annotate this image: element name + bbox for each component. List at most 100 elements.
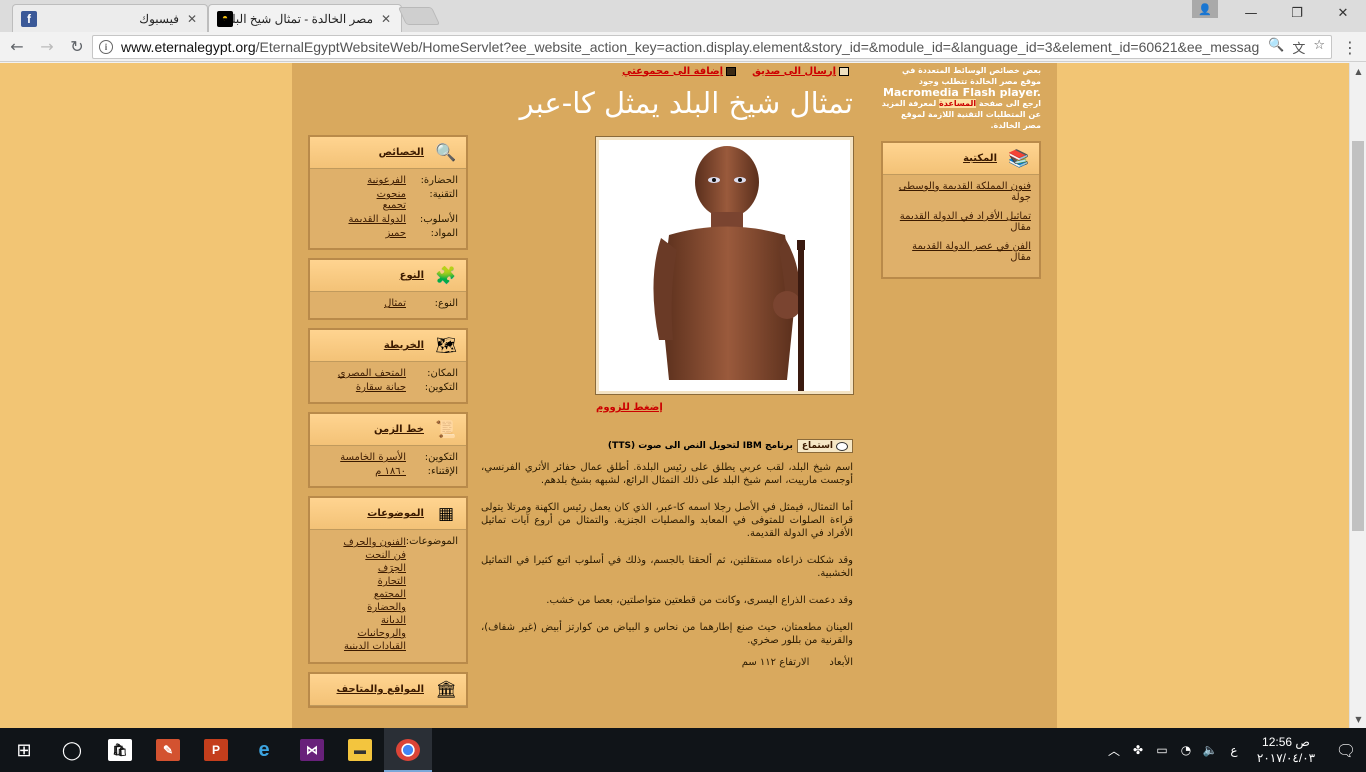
- wifi-icon[interactable]: ◔: [1174, 743, 1198, 757]
- tab-facebook[interactable]: ✕ فيسبوك f: [12, 4, 208, 32]
- dimensions: الأبعاد الارتفاع ١١٢ سم: [481, 657, 853, 668]
- list-item: فنون المملكة القديمة والوسطى جولة: [898, 181, 1031, 203]
- description: اسم شيخ البلد، لقب عربي يطلق على رئيس ال…: [481, 461, 853, 647]
- collection-icon: [726, 66, 737, 76]
- envelope-icon: [839, 66, 849, 76]
- file-explorer-icon[interactable]: ▬: [336, 728, 384, 772]
- statue-image[interactable]: [595, 136, 854, 395]
- notifications-icon[interactable]: 🗨: [1326, 741, 1366, 760]
- right-column: بعض خصائص الوسائط المتعددة في موقع مصر ا…: [881, 63, 1041, 279]
- star-icon[interactable]: ☆: [1313, 38, 1325, 57]
- map-icon: 🗺: [435, 335, 457, 356]
- action-links: إضافة الى مجموعتي إرسال الى صديق: [481, 63, 853, 79]
- internet-explorer-icon[interactable]: e: [240, 728, 288, 772]
- window-controls: 👤 — ❐ ✕: [1182, 0, 1366, 26]
- menu-icon[interactable]: ⋮: [1342, 38, 1358, 57]
- browser-toolbar: ← → ↻ i www.eternalegypt.org/EternalEgyp…: [0, 32, 1366, 62]
- chrome-icon[interactable]: [384, 728, 432, 772]
- help-link[interactable]: المساعدة: [939, 99, 977, 108]
- topics-title[interactable]: الموضوعات: [367, 508, 424, 519]
- timeline-box: 📜 خط الزمن التكوين: الأسرة الخامسة الإقتن…: [308, 412, 468, 488]
- page-viewport: بعض خصائص الوسائط المتعددة في موقع مصر ا…: [0, 63, 1366, 728]
- user-icon[interactable]: 👤: [1192, 0, 1218, 18]
- close-icon[interactable]: ✕: [379, 12, 393, 26]
- timeline-title[interactable]: خط الزمن: [374, 424, 424, 435]
- facebook-icon: f: [21, 10, 37, 27]
- store-icon[interactable]: 🛍: [96, 728, 144, 772]
- restore-button[interactable]: ❐: [1274, 0, 1320, 26]
- map-box: 🗺 الخريطة المكان: المتحف المصري التكوين: ج…: [308, 328, 468, 404]
- eternal-egypt-icon: ◓: [217, 10, 233, 27]
- books-icon: 📚: [1008, 148, 1030, 169]
- sites-title[interactable]: المواقع والمتاحف: [337, 684, 425, 695]
- scroll-thumb[interactable]: [1352, 141, 1364, 531]
- network-status-icon[interactable]: ✤: [1126, 743, 1150, 757]
- reload-icon[interactable]: ↻: [62, 37, 92, 56]
- type-box: 🧩 النوع النوع: تمثال: [308, 258, 468, 320]
- speech-bubble-icon: [836, 441, 848, 451]
- topics-box: ▦ الموضوعات الموضوعات: الفنون والحرف فن …: [308, 496, 468, 664]
- start-button[interactable]: ⊞: [0, 728, 48, 772]
- properties-box: 🔍 الخصائص الحضارة: الفرعونية التقنية: منحو…: [308, 135, 468, 250]
- map-title[interactable]: الخريطة: [384, 340, 424, 351]
- app-icon[interactable]: ✎: [144, 728, 192, 772]
- shapes-icon: 🧩: [435, 265, 457, 286]
- zoom-icon[interactable]: 🔍: [1268, 38, 1284, 57]
- description-paragraph: أما التمثال، فيمثل في الأصل رجلا اسمه كا…: [481, 502, 853, 539]
- new-tab-button[interactable]: [397, 7, 441, 25]
- description-paragraph: وقد شكلت ذراعاه مستقلتين، ثم ألحقتا بالج…: [481, 555, 853, 579]
- info-icon[interactable]: i: [99, 40, 113, 54]
- search-icon[interactable]: ◯: [48, 728, 96, 772]
- tts-label: برنامج IBM لتحويل النص الى صوت (TTS): [607, 441, 793, 451]
- taskbar: ⊞ ◯ 🛍 ✎ P e ⋈ ▬ ︿ ✤ ▭ ◔ 🔈 ع 12:56 ص ٢٠١٧…: [0, 728, 1366, 772]
- close-icon[interactable]: ✕: [185, 12, 199, 26]
- powerpoint-icon[interactable]: P: [192, 728, 240, 772]
- battery-icon[interactable]: ▭: [1150, 743, 1174, 757]
- page-title: تمثال شيخ البلد يمثل كا-عبر: [519, 86, 853, 120]
- scrollbar[interactable]: ▲ ▼: [1349, 63, 1366, 728]
- page-content: بعض خصائص الوسائط المتعددة في موقع مصر ا…: [292, 63, 1057, 728]
- scroll-down-icon[interactable]: ▼: [1350, 711, 1366, 728]
- system-tray: ︿ ✤ ▭ ◔ 🔈 ع 12:56 ص ٢٠١٧/٠٤/٠٣ 🗨: [1102, 728, 1366, 772]
- back-icon[interactable]: ←: [2, 37, 32, 56]
- close-window-button[interactable]: ✕: [1320, 0, 1366, 26]
- tts-row: استماع برنامج IBM لتحويل النص الى صوت (T…: [481, 439, 853, 453]
- address-bar[interactable]: i www.eternalegypt.org/EternalEgyptWebsi…: [92, 35, 1332, 59]
- properties-title[interactable]: الخصائص: [379, 147, 424, 158]
- library-title[interactable]: المكتبة: [963, 153, 997, 164]
- tab-eternal-egypt[interactable]: ✕ مصر الخالدة - تمثال شيخ البلد يمثل كا-…: [208, 4, 402, 32]
- zoom-link[interactable]: إضغط للزووم: [596, 402, 853, 413]
- scroll-up-icon[interactable]: ▲: [1350, 63, 1366, 80]
- list-item: الفن في عصر الدولة القديمة مقال: [912, 241, 1031, 263]
- description-paragraph: العينان مطعمتان، حيث صنع إطارهما من نحاس…: [481, 622, 853, 646]
- sites-box: 🏛 المواقع والمتاحف: [308, 672, 468, 708]
- add-collection-link[interactable]: إضافة الى مجموعتي: [622, 66, 737, 77]
- background-left: [0, 63, 292, 728]
- clock[interactable]: 12:56 ص ٢٠١٧/٠٤/٠٣: [1246, 734, 1326, 766]
- museum-icon: 🏛: [435, 679, 457, 700]
- send-friend-link[interactable]: إرسال الى صديق: [752, 66, 849, 77]
- background-right: [1057, 63, 1349, 728]
- minimize-button[interactable]: —: [1228, 0, 1274, 26]
- forward-icon[interactable]: →: [32, 37, 62, 56]
- language-indicator[interactable]: ع: [1222, 743, 1246, 757]
- tab-title: مصر الخالدة - تمثال شيخ البلد يمثل كا-عب…: [233, 11, 373, 26]
- translate-icon[interactable]: 文: [1292, 38, 1305, 57]
- description-paragraph: وقد دعمت الذراع اليسرى، وكانت من قطعتين …: [546, 595, 853, 606]
- description-paragraph: اسم شيخ البلد، لقب عربي يطلق على رئيس ال…: [481, 462, 853, 486]
- dimensions-label: الأبعاد: [829, 657, 853, 668]
- volume-icon[interactable]: 🔈: [1198, 743, 1222, 757]
- chevron-up-icon[interactable]: ︿: [1102, 742, 1126, 759]
- visual-studio-icon[interactable]: ⋈: [288, 728, 336, 772]
- library-box: 📚 المكتبة فنون المملكة القديمة والوسطى ج…: [881, 141, 1041, 279]
- type-title[interactable]: النوع: [400, 270, 424, 281]
- dimensions-value: الارتفاع ١١٢ سم: [741, 657, 810, 668]
- statue-illustration: [653, 146, 805, 391]
- url-text[interactable]: www.eternalegypt.org/EternalEgyptWebsite…: [121, 39, 1262, 55]
- flash-notice: بعض خصائص الوسائط المتعددة في موقع مصر ا…: [881, 66, 1041, 130]
- listen-button[interactable]: استماع: [796, 439, 853, 453]
- tab-title: فيسبوك: [139, 11, 179, 26]
- grid-icon: ▦: [437, 503, 455, 524]
- list-item: تماثيل الأفراد في الدولة القديمة مقال: [899, 211, 1031, 233]
- tab-strip: ✕ فيسبوك f ✕ مصر الخالدة - تمثال شيخ الب…: [0, 0, 1366, 32]
